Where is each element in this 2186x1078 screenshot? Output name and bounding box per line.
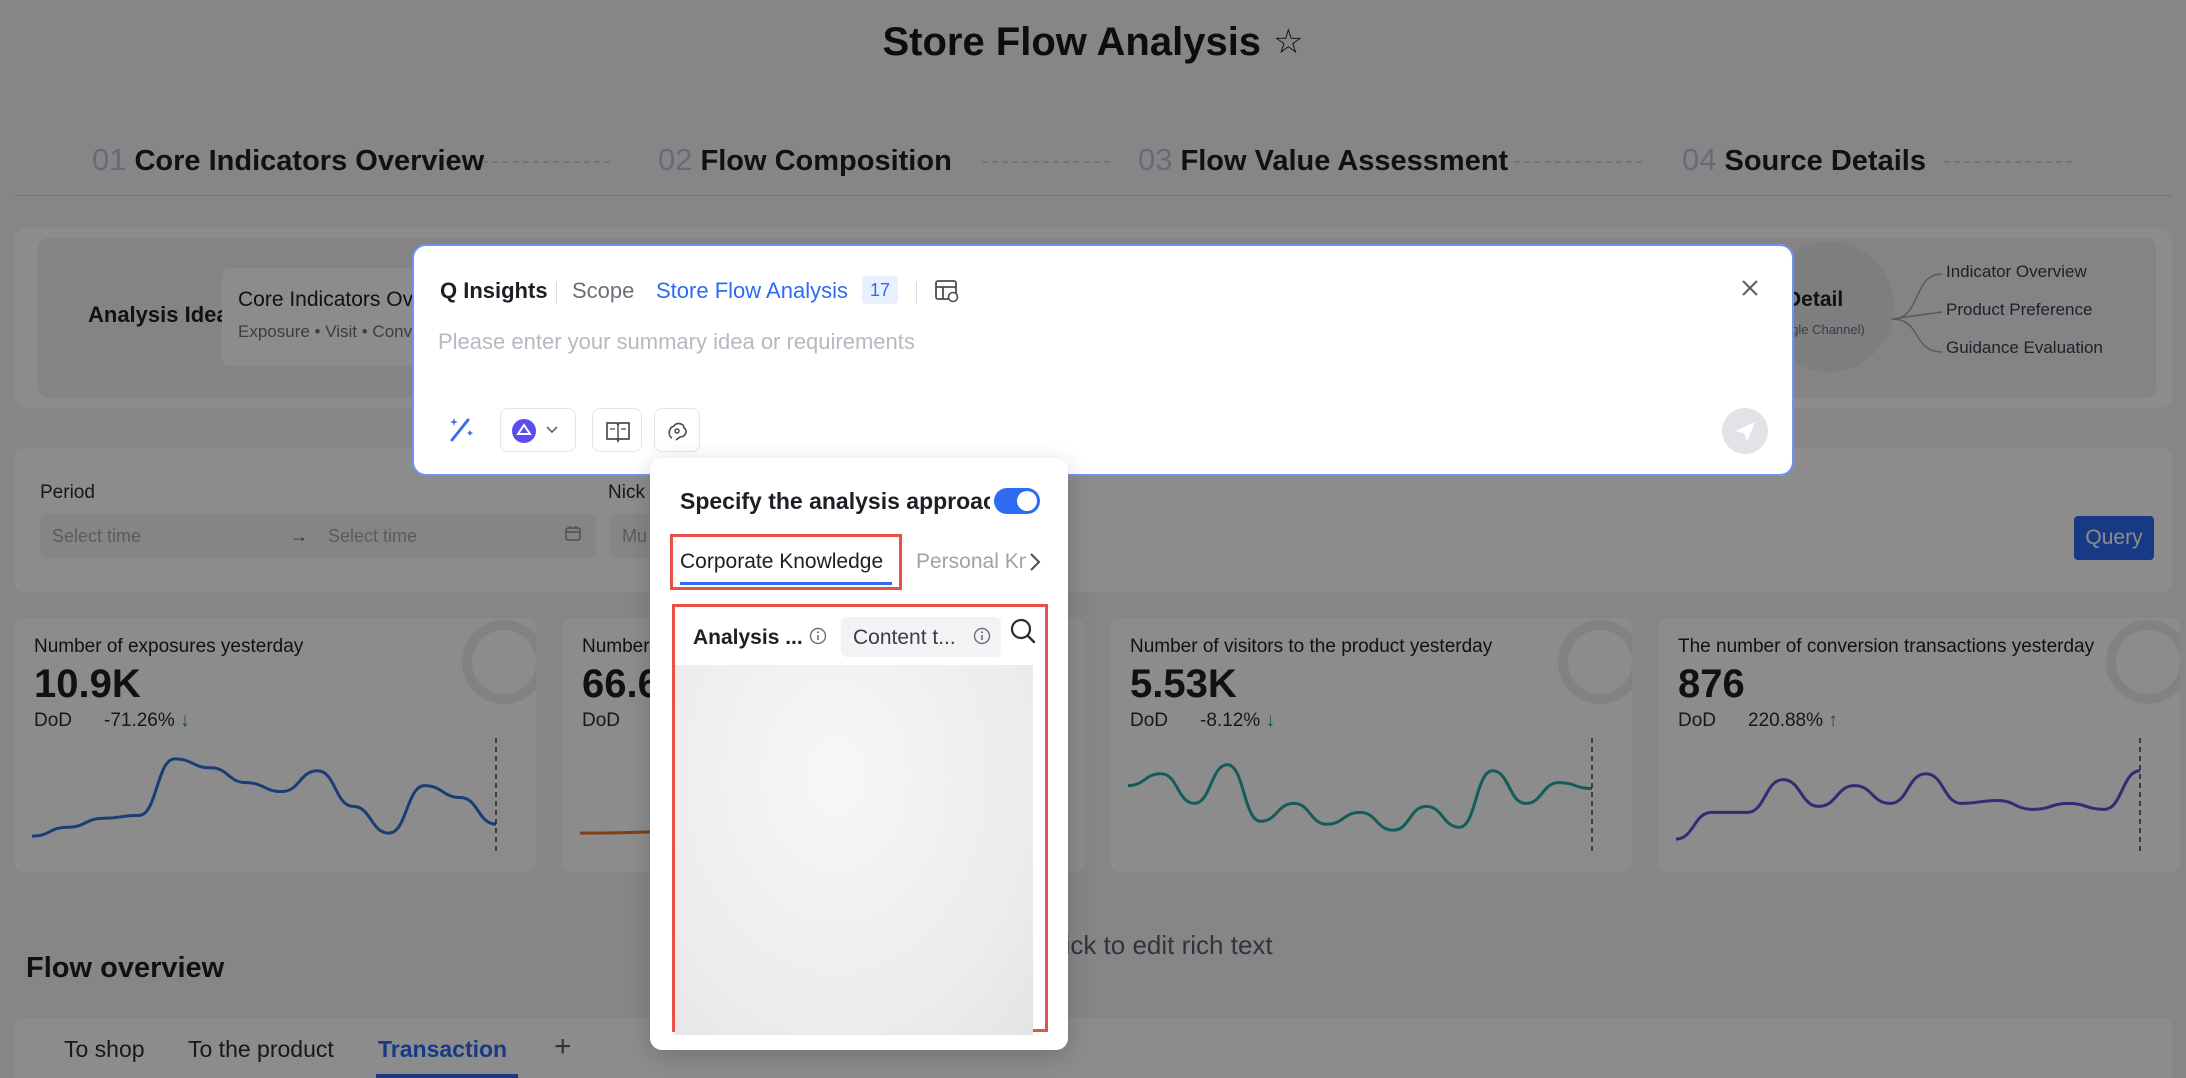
search-icon[interactable]	[1009, 617, 1037, 650]
toggle-knob	[1017, 491, 1037, 511]
info-icon	[809, 627, 827, 645]
popover-title: Specify the analysis approach	[680, 488, 990, 514]
magic-wand-icon[interactable]	[444, 412, 478, 451]
divider	[556, 282, 557, 304]
knowledge-list-highlight: Analysis ... Content t...	[672, 604, 1048, 1035]
chevron-down-icon	[546, 426, 558, 434]
send-icon	[1735, 422, 1755, 442]
knowledge-book-button[interactable]	[592, 408, 642, 452]
modal-overlay[interactable]	[0, 0, 2186, 1078]
chip-content[interactable]: Content t...	[841, 617, 1001, 657]
active-tab-indicator	[680, 582, 892, 585]
send-button[interactable]	[1722, 408, 1768, 454]
brain-icon	[668, 422, 687, 441]
divider	[916, 282, 917, 304]
chevron-right-icon[interactable]	[1028, 552, 1042, 577]
analysis-approach-button[interactable]	[654, 408, 700, 452]
tab-personal-knowledge[interactable]: Personal Knowledge	[916, 550, 1026, 574]
scope-value-link[interactable]: Store Flow Analysis	[656, 278, 848, 304]
q-insights-dialog: Q Insights Scope Store Flow Analysis 17	[412, 244, 1794, 476]
knowledge-list-content	[675, 665, 1033, 1035]
summary-idea-input[interactable]	[438, 322, 1738, 362]
analysis-approach-popover: Specify the analysis approach Corporate …	[650, 458, 1068, 1050]
scope-label: Scope	[572, 278, 635, 303]
approach-toggle[interactable]	[994, 488, 1040, 514]
tab-corporate-knowledge[interactable]: Corporate Knowledge	[680, 550, 883, 574]
book-icon	[606, 422, 630, 443]
close-icon[interactable]	[1738, 276, 1762, 305]
chip-analysis[interactable]: Analysis ...	[681, 617, 837, 657]
info-icon	[973, 627, 991, 645]
scope-count-badge: 17	[862, 276, 899, 304]
model-logo-icon	[512, 419, 536, 443]
q-insights-brand: Q Insights	[440, 278, 548, 303]
model-selector[interactable]	[500, 408, 576, 452]
table-settings-icon[interactable]	[934, 278, 960, 309]
